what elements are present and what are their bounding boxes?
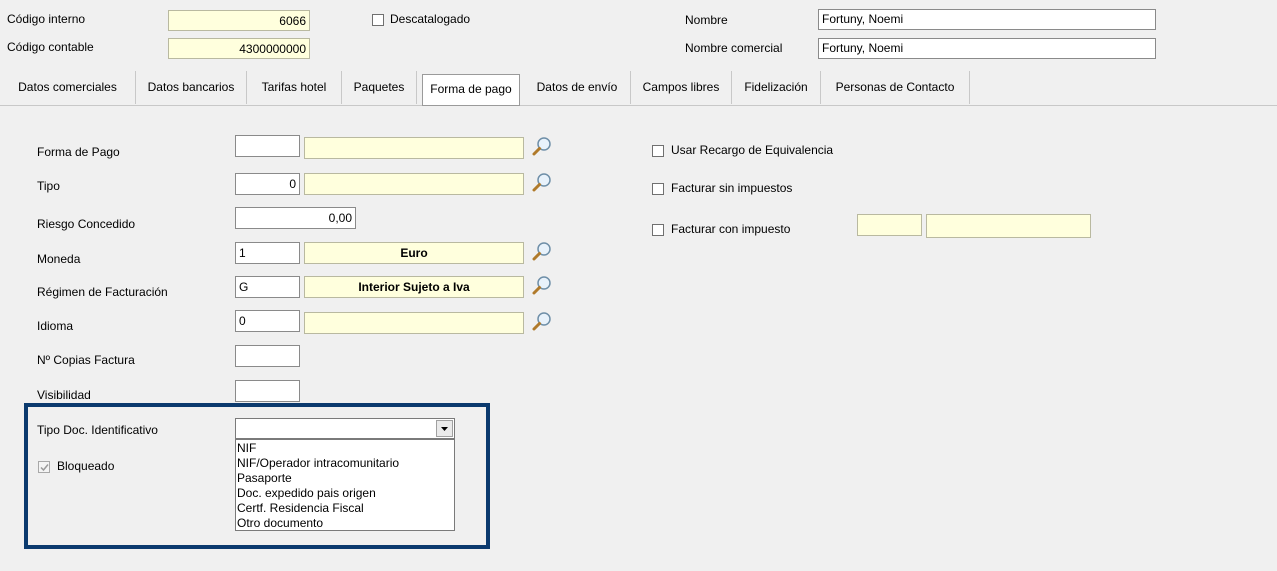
dropdown-button[interactable]: [436, 420, 453, 437]
recargo-equivalencia-checkbox[interactable]: [652, 145, 664, 157]
visibilidad-label: Visibilidad: [37, 388, 91, 402]
tipo-label: Tipo: [37, 179, 60, 193]
tab-forma-de-pago[interactable]: Forma de pago: [422, 74, 520, 106]
tipo-doc-options-list[interactable]: NIF NIF/Operador intracomunitario Pasapo…: [235, 439, 455, 531]
riesgo-concedido-field[interactable]: 0,00: [235, 207, 356, 229]
checkmark-icon: [40, 464, 49, 472]
facturar-sin-impuestos-label: Facturar sin impuestos: [671, 181, 793, 195]
tipo-code-field[interactable]: 0: [235, 173, 300, 195]
impuesto-code-field[interactable]: [857, 214, 922, 236]
copias-factura-field[interactable]: [235, 345, 300, 367]
search-forma-pago-icon[interactable]: [531, 136, 553, 158]
tab-datos-bancarios[interactable]: Datos bancarios: [136, 71, 247, 104]
facturar-con-impuesto-label: Facturar con impuesto: [671, 222, 791, 236]
facturar-con-impuesto-checkbox[interactable]: [652, 224, 664, 236]
riesgo-concedido-label: Riesgo Concedido: [37, 217, 136, 231]
descatalogado-label: Descatalogado: [390, 12, 471, 26]
bloqueado-checkbox[interactable]: [38, 461, 50, 473]
codigo-interno-label: Código interno: [7, 12, 86, 26]
regimen-facturacion-label: Régimen de Facturación: [37, 285, 168, 299]
regimen-desc-field: Interior Sujeto a Iva: [304, 276, 524, 298]
facturar-sin-impuestos-checkbox[interactable]: [652, 183, 664, 195]
search-tipo-icon[interactable]: [531, 172, 553, 194]
nombre-label: Nombre: [685, 13, 728, 27]
nombre-field[interactable]: Fortuny, Noemi: [818, 9, 1156, 30]
search-idioma-icon[interactable]: [531, 311, 553, 333]
idioma-desc-field: [304, 312, 524, 334]
forma-pago-desc-field: [304, 137, 524, 159]
moneda-label: Moneda: [37, 252, 81, 266]
visibilidad-field[interactable]: [235, 380, 300, 402]
nombre-comercial-label: Nombre comercial: [685, 41, 783, 55]
tab-paquetes[interactable]: Paquetes: [342, 71, 417, 104]
tab-fidelizacion[interactable]: Fidelización: [732, 71, 821, 104]
option-nif-intracomunitario[interactable]: NIF/Operador intracomunitario: [237, 456, 453, 471]
forma-pago-label: Forma de Pago: [37, 145, 120, 159]
impuesto-desc-field: [926, 214, 1091, 238]
nombre-comercial-field[interactable]: Fortuny, Noemi: [818, 38, 1156, 59]
tab-bar: Datos comerciales Datos bancarios Tarifa…: [0, 71, 1277, 106]
search-moneda-icon[interactable]: [531, 241, 553, 263]
descatalogado-checkbox[interactable]: [372, 14, 384, 26]
moneda-code-field[interactable]: 1: [235, 242, 300, 264]
tab-datos-comerciales[interactable]: Datos comerciales: [0, 71, 136, 104]
tipo-desc-field: [304, 173, 524, 195]
tipo-doc-select[interactable]: [235, 418, 455, 439]
recargo-equivalencia-label: Usar Recargo de Equivalencia: [671, 143, 834, 157]
forma-pago-code-field[interactable]: [235, 135, 300, 157]
tab-datos-de-envio[interactable]: Datos de envío: [524, 71, 631, 104]
option-otro-documento[interactable]: Otro documento: [237, 516, 453, 531]
copias-factura-label: Nº Copias Factura: [37, 353, 135, 367]
chevron-down-icon: [441, 427, 448, 431]
option-doc-expedido[interactable]: Doc. expedido pais origen: [237, 486, 453, 501]
bloqueado-label: Bloqueado: [57, 459, 115, 473]
idioma-code-field[interactable]: 0: [235, 310, 300, 332]
moneda-desc-field: Euro: [304, 242, 524, 264]
tab-personas-de-contacto[interactable]: Personas de Contacto: [821, 71, 970, 104]
codigo-interno-field[interactable]: 6066: [168, 10, 310, 31]
tab-campos-libres[interactable]: Campos libres: [631, 71, 732, 104]
option-certf-residencia[interactable]: Certf. Residencia Fiscal: [237, 501, 453, 516]
option-pasaporte[interactable]: Pasaporte: [237, 471, 453, 486]
search-regimen-icon[interactable]: [531, 275, 553, 297]
tipo-doc-label: Tipo Doc. Identificativo: [37, 423, 158, 437]
regimen-code-field[interactable]: G: [235, 276, 300, 298]
idioma-label: Idioma: [37, 319, 74, 333]
codigo-contable-label: Código contable: [7, 40, 94, 54]
tab-tarifas-hotel[interactable]: Tarifas hotel: [247, 71, 342, 104]
option-nif[interactable]: NIF: [237, 441, 453, 456]
codigo-contable-field[interactable]: 4300000000: [168, 38, 310, 59]
